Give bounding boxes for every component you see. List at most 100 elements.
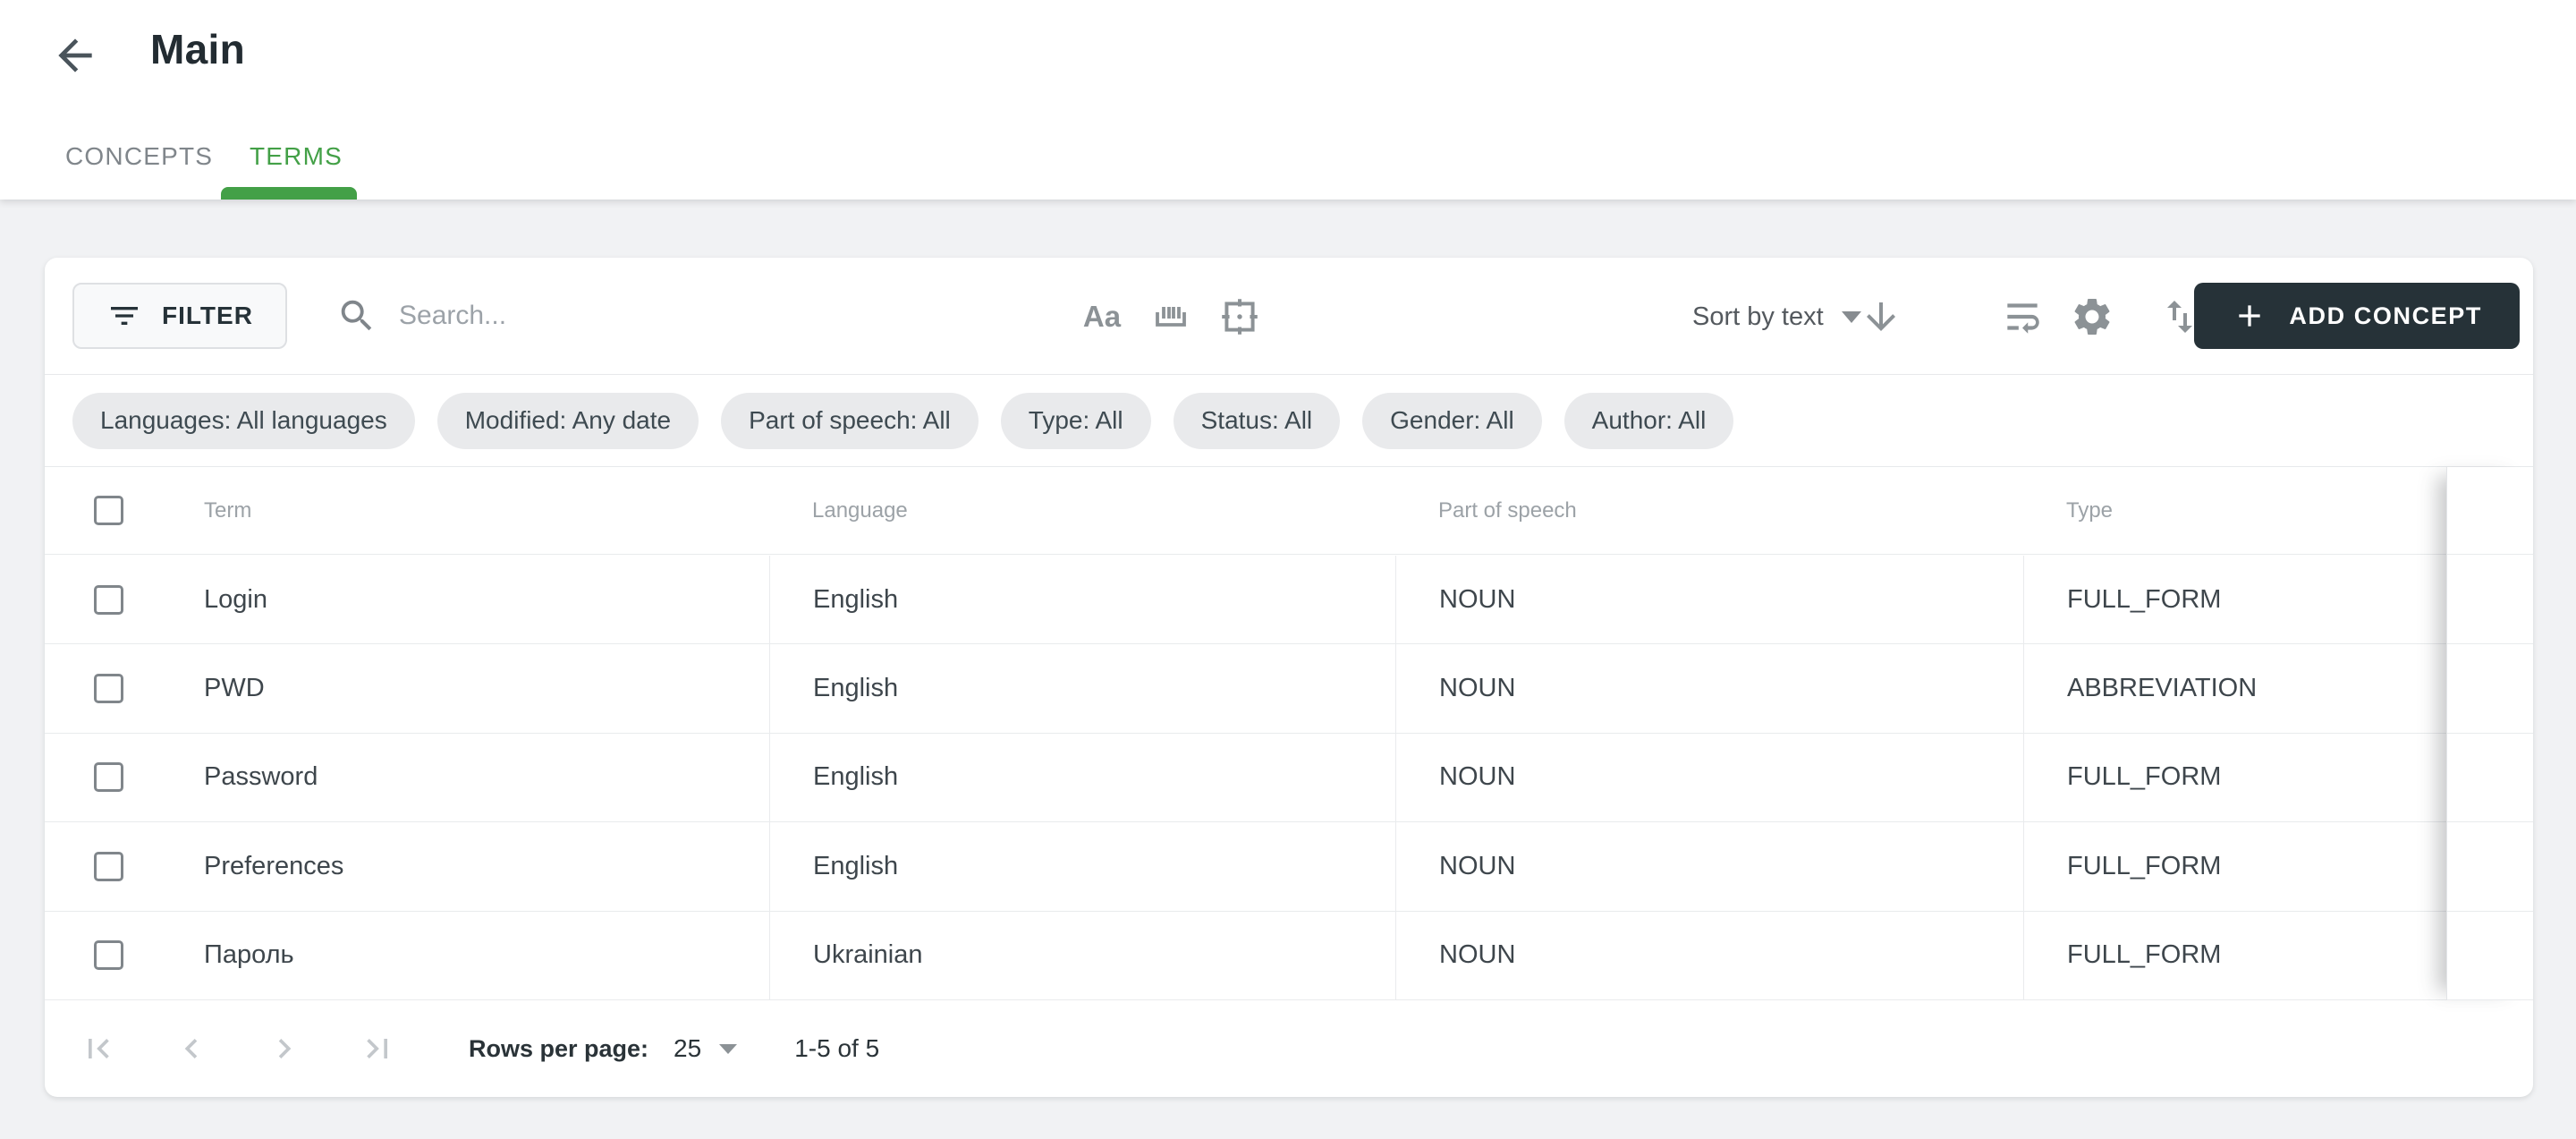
barcode-search-button[interactable] [1147,293,1195,341]
filter-chip-label: Languages: All languages [100,406,387,435]
select-all-checkbox[interactable] [94,496,123,525]
filter-icon [106,298,142,334]
search-icon [336,295,377,336]
row-checkbox[interactable] [94,585,123,615]
type-cell: FULL_FORM [2067,852,2221,881]
back-button[interactable] [50,30,100,81]
table-body: Login English NOUN FULL_FORM PWD English… [45,556,2533,1000]
back-arrow-icon [50,30,100,81]
row-checkbox[interactable] [94,940,123,970]
filter-chip[interactable]: Status: All [1174,393,1341,449]
type-cell: FULL_FORM [2067,762,2221,792]
part-of-speech-cell: NOUN [1439,940,1515,970]
settings-button[interactable] [2068,293,2116,341]
filter-chip-label: Status: All [1201,406,1313,435]
table-row[interactable]: Login English NOUN FULL_FORM [45,556,2533,644]
barcode-icon [1149,295,1192,338]
table-row[interactable]: Preferences English NOUN FULL_FORM [45,822,2533,911]
sort-label: Sort by text [1692,302,1824,332]
part-of-speech-cell: NOUN [1439,762,1515,792]
tab-terms[interactable]: TERMS [250,142,343,171]
table-header: Term Language Part of speech Type [45,467,2533,555]
term-cell: Пароль [204,940,294,970]
sort-direction-button[interactable] [1857,293,1905,341]
page-title: Main [150,25,245,73]
column-header-language[interactable]: Language [812,498,908,523]
column-header-term[interactable]: Term [204,498,251,523]
row-checkbox[interactable] [94,674,123,703]
filter-chip-row: Languages: All languages Modified: Any d… [45,375,2533,467]
wrap-text-button[interactable] [1998,293,2046,341]
type-cell: FULL_FORM [2067,940,2221,970]
last-page-icon [358,1029,397,1068]
last-page-button[interactable] [358,1029,397,1068]
part-of-speech-cell: NOUN [1439,852,1515,881]
row-checkbox[interactable] [94,762,123,792]
tab-concepts[interactable]: CONCEPTS [65,142,213,171]
filter-chip-label: Author: All [1592,406,1707,435]
language-cell: English [813,585,898,615]
table-header-overflow-cell [2446,467,2533,554]
filter-chip[interactable]: Gender: All [1362,393,1542,449]
active-tab-indicator [221,187,357,200]
table-row[interactable]: Password English NOUN FULL_FORM [45,734,2533,822]
language-cell: English [813,674,898,703]
search-input[interactable] [399,301,971,331]
rows-per-page-label: Rows per page: [469,1035,648,1063]
type-cell: ABBREVIATION [2067,674,2257,703]
filter-button-label: FILTER [162,302,253,330]
rows-per-page-select[interactable]: 25 [674,1034,737,1063]
term-cell: Login [204,585,267,615]
filter-button[interactable]: FILTER [72,283,287,349]
add-concept-button[interactable]: ADD CONCEPT [2194,283,2520,349]
next-page-button[interactable] [265,1029,304,1068]
first-page-button[interactable] [79,1029,118,1068]
filter-chip[interactable]: Modified: Any date [437,393,699,449]
plus-icon [2232,298,2267,334]
filter-chip[interactable]: Author: All [1564,393,1734,449]
filter-chip-label: Type: All [1029,406,1123,435]
filter-chip[interactable]: Type: All [1001,393,1151,449]
part-of-speech-cell: NOUN [1439,674,1515,703]
match-case-button[interactable]: Aa [1078,293,1126,341]
type-cell: FULL_FORM [2067,585,2221,615]
column-header-part-of-speech[interactable]: Part of speech [1438,498,1577,523]
row-overflow-cell [2446,734,2533,821]
page-range-label: 1-5 of 5 [794,1034,879,1063]
language-cell: Ukrainian [813,940,923,970]
table-row[interactable]: PWD English NOUN ABBREVIATION [45,644,2533,733]
filter-chip-label: Modified: Any date [465,406,671,435]
crop-frame-icon [1217,294,1262,339]
filter-chip[interactable]: Part of speech: All [721,393,979,449]
row-checkbox[interactable] [94,852,123,881]
filter-chip[interactable]: Languages: All languages [72,393,415,449]
row-overflow-cell [2446,912,2533,999]
row-overflow-cell [2446,556,2533,643]
table-row[interactable]: Пароль Ukrainian NOUN FULL_FORM [45,912,2533,1000]
rows-per-page-value: 25 [674,1034,701,1063]
search-box [336,283,971,349]
toolbar: FILTER Aa [45,258,2533,375]
language-cell: English [813,762,898,792]
gear-icon [2070,294,2114,339]
term-cell: PWD [204,674,265,703]
filter-chip-label: Gender: All [1390,406,1514,435]
wrap-text-icon [2000,294,2045,339]
terms-card: FILTER Aa [45,258,2533,1097]
chevron-left-icon [172,1029,211,1068]
pagination-bar: Rows per page: 25 1-5 of 5 [45,1000,2533,1097]
arrow-down-icon [1860,295,1902,338]
language-cell: English [813,852,898,881]
term-cell: Preferences [204,852,343,881]
sort-select[interactable]: Sort by text [1692,293,1861,341]
rows-per-page-caret-icon [719,1044,737,1054]
row-overflow-cell [2446,822,2533,910]
focus-frame-button[interactable] [1216,293,1264,341]
part-of-speech-cell: NOUN [1439,585,1515,615]
add-concept-label: ADD CONCEPT [2289,302,2482,330]
column-header-type[interactable]: Type [2066,498,2113,523]
page-header: Main CONCEPTS TERMS [0,0,2576,200]
filter-chip-label: Part of speech: All [749,406,951,435]
match-case-icon: Aa [1083,300,1121,334]
previous-page-button[interactable] [172,1029,211,1068]
